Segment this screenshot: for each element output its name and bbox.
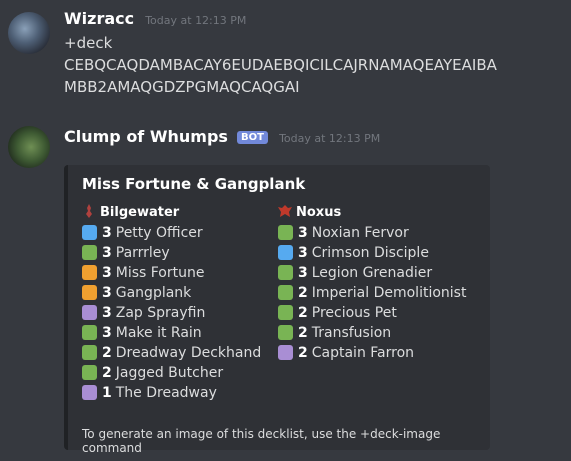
card-count: 3 (102, 305, 112, 321)
card-name: Petty Officer (115, 225, 203, 241)
card-count: 3 (298, 265, 308, 281)
card-count: 3 (102, 265, 112, 281)
card-count: 2 (102, 345, 112, 361)
card-name: Precious Pet (311, 305, 397, 321)
card-count: 3 (102, 245, 112, 261)
card-row: 3 Crimson Disciple (278, 243, 466, 263)
card-name: Noxian Fervor (311, 225, 409, 241)
card-name: Transfusion (311, 325, 392, 341)
card-name: The Dreadway (115, 385, 217, 401)
card-cost-swatch (82, 325, 97, 340)
card-count: 3 (102, 285, 112, 301)
card-count: 3 (102, 325, 112, 341)
message-content: +deck CEBQCAQDAMBACAY6EUDAEBQICILCAJRNAM… (64, 32, 497, 98)
card-name: Gangplank (115, 285, 192, 301)
card-cost-swatch (82, 385, 97, 400)
embed-title: Miss Fortune & Gangplank (82, 175, 306, 193)
card-cost-swatch (278, 305, 293, 320)
card-count: 2 (298, 305, 308, 321)
card-row: 2 Transfusion (278, 323, 466, 343)
card-name: Jagged Butcher (115, 365, 224, 381)
card-cost-swatch (82, 225, 97, 240)
card-row: 3 Miss Fortune (82, 263, 261, 283)
card-name: Legion Grenadier (311, 265, 433, 281)
card-cost-swatch (278, 265, 293, 280)
card-list: 3 Noxian Fervor 3 Crimson Disciple 3 Legion G… (278, 223, 466, 363)
card-cost-swatch (82, 285, 97, 300)
deck-embed: Miss Fortune & Gangplank Bilgewater 3 Pet… (64, 165, 490, 455)
card-name: Zap Sprayfin (115, 305, 206, 321)
card-cost-swatch (82, 365, 97, 380)
card-count: 2 (102, 365, 112, 381)
avatar[interactable] (8, 126, 50, 168)
username[interactable]: Wizracc (64, 9, 134, 28)
card-cost-swatch (82, 345, 97, 360)
card-row: 2 Precious Pet (278, 303, 466, 323)
card-row: 2 Captain Farron (278, 343, 466, 363)
card-row: 3 Make it Rain (82, 323, 261, 343)
card-name: Captain Farron (311, 345, 415, 361)
card-name: Dreadway Deckhand (115, 345, 262, 361)
avatar[interactable] (8, 12, 50, 54)
noxus-icon (278, 205, 292, 217)
message-line: MBB2AMAQGDZPGMAQCAQGAI (64, 78, 300, 96)
bot-badge: BOT (237, 131, 268, 144)
card-row: 2 Imperial Demolitionist (278, 283, 466, 303)
region-header: Bilgewater (82, 203, 261, 223)
card-row: 1 The Dreadway (82, 383, 261, 403)
region-name: Noxus (296, 205, 342, 220)
message-line: +deck (64, 34, 113, 52)
card-cost-swatch (278, 285, 293, 300)
card-row: 3 Noxian Fervor (278, 223, 466, 243)
card-cost-swatch (82, 265, 97, 280)
region-column-noxus: Noxus 3 Noxian Fervor 3 Crimson Disciple 3 Le… (278, 203, 466, 363)
embed-footer: To generate an image of this decklist, u… (82, 427, 441, 455)
region-column-bilgewater: Bilgewater 3 Petty Officer 3 Parrrley 3 Miss … (82, 203, 261, 403)
region-name: Bilgewater (100, 205, 180, 220)
bilgewater-icon (86, 204, 92, 218)
timestamp: Today at 12:13 PM (279, 132, 381, 145)
card-cost-swatch (82, 245, 97, 260)
card-list: 3 Petty Officer 3 Parrrley 3 Miss Fortune 3 Gan… (82, 223, 261, 403)
username[interactable]: Clump of Whumps (64, 127, 228, 146)
card-row: 3 Zap Sprayfin (82, 303, 261, 323)
card-cost-swatch (278, 245, 293, 260)
card-cost-swatch (278, 345, 293, 360)
card-row: 3 Parrrley (82, 243, 261, 263)
message-line: CEBQCAQDAMBACAY6EUDAEBQICILCAJRNAMAQEAYE… (64, 56, 497, 74)
card-cost-swatch (82, 305, 97, 320)
card-row: 3 Gangplank (82, 283, 261, 303)
card-name: Parrrley (115, 245, 170, 261)
card-count: 3 (102, 225, 112, 241)
card-count: 3 (298, 225, 308, 241)
card-count: 2 (298, 345, 308, 361)
card-cost-swatch (278, 225, 293, 240)
card-cost-swatch (278, 325, 293, 340)
card-row: 3 Legion Grenadier (278, 263, 466, 283)
card-count: 2 (298, 325, 308, 341)
card-name: Make it Rain (115, 325, 202, 341)
card-count: 3 (298, 245, 308, 261)
card-count: 2 (298, 285, 308, 301)
card-count: 1 (102, 385, 112, 401)
card-name: Imperial Demolitionist (311, 285, 467, 301)
card-row: 3 Petty Officer (82, 223, 261, 243)
card-name: Crimson Disciple (311, 245, 429, 261)
region-header: Noxus (278, 203, 466, 223)
timestamp: Today at 12:13 PM (145, 14, 247, 27)
card-row: 2 Jagged Butcher (82, 363, 261, 383)
card-name: Miss Fortune (115, 265, 205, 281)
card-row: 2 Dreadway Deckhand (82, 343, 261, 363)
